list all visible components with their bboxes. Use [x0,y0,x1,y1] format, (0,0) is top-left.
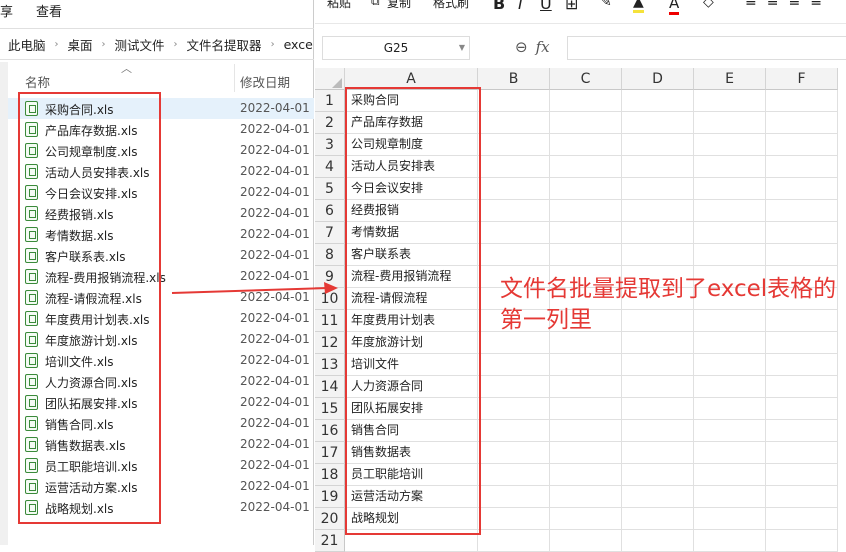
annotation-text: 文件名批量提取到了excel表格的第一列里 [500,276,837,333]
arrow-icon [171,282,338,294]
